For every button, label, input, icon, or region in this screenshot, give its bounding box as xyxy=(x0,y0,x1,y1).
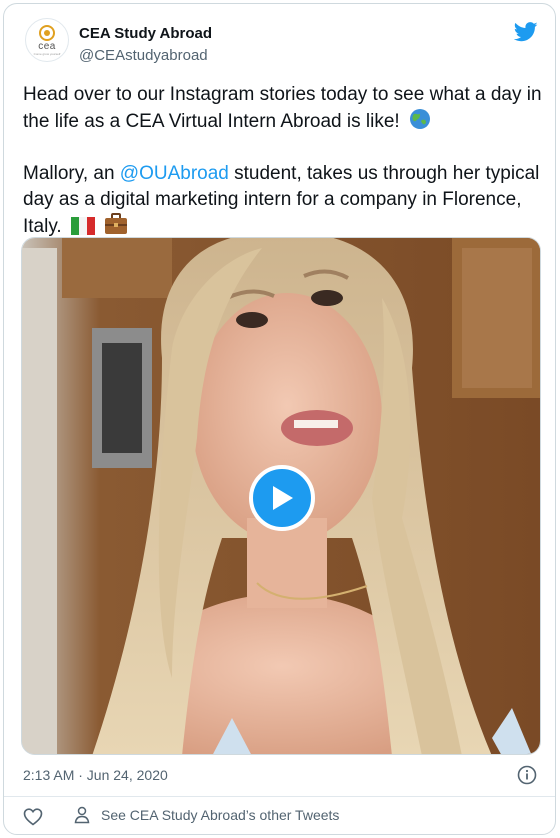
author-avatar[interactable]: cea Come grow yourself xyxy=(25,18,69,62)
play-button[interactable] xyxy=(249,465,315,531)
cea-logo-icon xyxy=(39,24,55,41)
paragraph-2-prefix: Mallory, an xyxy=(23,163,120,184)
tweet-paragraph-2: Mallory, an @OUAbroad student, takes us … xyxy=(23,161,547,240)
tweet-timestamp[interactable]: 2:13 AM · Jun 24, 2020 xyxy=(23,767,168,783)
briefcase-emoji xyxy=(105,213,128,234)
other-tweets-link[interactable]: See CEA Study Abroad’s other Tweets xyxy=(73,806,339,824)
tweet-text: Head over to our Instagram stories today… xyxy=(23,82,547,240)
globe-emoji xyxy=(409,109,430,129)
author-name[interactable]: CEA Study Abroad xyxy=(79,25,212,42)
heart-icon[interactable] xyxy=(23,807,43,827)
author-handle[interactable]: @CEAstudyabroad xyxy=(79,47,208,64)
video-thumbnail[interactable] xyxy=(21,237,541,755)
footer-divider xyxy=(4,796,555,797)
tweet-paragraph-1: Head over to our Instagram stories today… xyxy=(23,82,547,135)
person-icon xyxy=(74,806,90,824)
twitter-bird-icon[interactable] xyxy=(514,22,538,42)
tweet-card: cea Come grow yourself CEA Study Abroad … xyxy=(3,3,556,835)
play-icon xyxy=(273,486,293,510)
italy-flag-emoji xyxy=(71,217,95,235)
avatar-brand: cea xyxy=(38,40,56,52)
ouabroad-mention-link[interactable]: @OUAbroad xyxy=(120,163,229,184)
avatar-tagline: Come grow yourself xyxy=(33,51,61,56)
paragraph-1-text: Head over to our Instagram stories today… xyxy=(23,84,542,132)
info-icon[interactable] xyxy=(517,765,537,785)
other-tweets-label: See CEA Study Abroad’s other Tweets xyxy=(101,807,340,823)
